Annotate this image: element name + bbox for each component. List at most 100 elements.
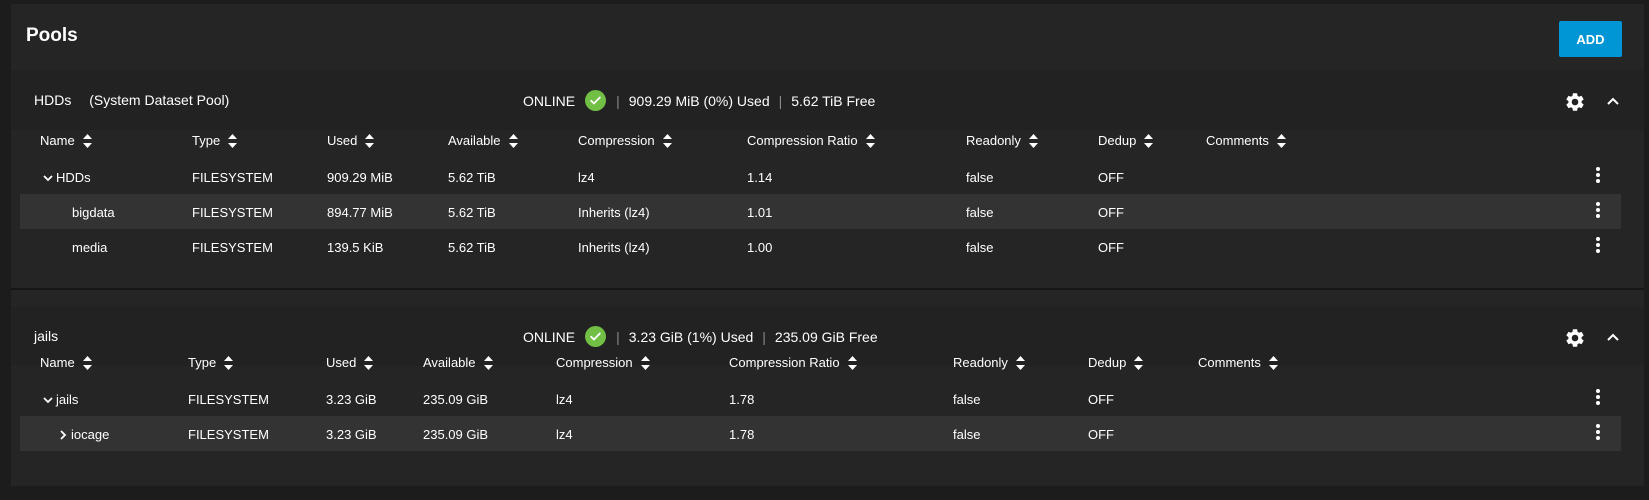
cell-used: 894.77 MiB [327, 205, 393, 220]
pool-used: 3.23 GiB (1%) Used [628, 328, 754, 345]
col-name[interactable]: Name [40, 133, 92, 148]
cell-ratio: 1.01 [747, 205, 773, 220]
more-vertical-icon[interactable] [1594, 165, 1602, 185]
table-header: Name Type Used Available Compression Com… [20, 346, 1621, 381]
col-compression[interactable]: Compression [578, 133, 672, 148]
cell-compression: lz4 [578, 170, 595, 185]
cell-dedup: OFF [1088, 427, 1114, 442]
sort-icon [662, 133, 672, 148]
cell-type: FILESYSTEM [192, 240, 273, 255]
table-row[interactable]: bigdata FILESYSTEM 894.77 MiB 5.62 TiB I… [20, 194, 1621, 229]
cell-compression: lz4 [556, 427, 573, 442]
chevron-down-icon[interactable] [42, 394, 54, 406]
table-row[interactable]: jails FILESYSTEM 3.23 GiB 235.09 GiB lz4… [20, 381, 1621, 416]
chevron-up-icon[interactable] [1605, 94, 1621, 108]
cell-ratio: 1.78 [729, 427, 755, 442]
table-row[interactable]: HDDs FILESYSTEM 909.29 MiB 5.62 TiB lz4 … [20, 159, 1621, 194]
card-header: Pools ADD [11, 4, 1644, 70]
sort-icon [364, 355, 374, 370]
pool-name-label: jails [34, 328, 59, 344]
pool-panel-jails: jails ONLINE | 3.23 GiB (1%) Used | 235.… [11, 306, 1644, 486]
cell-readonly: false [966, 205, 994, 220]
cell-dedup: OFF [1088, 392, 1114, 407]
pool-free: 5.62 TiB Free [791, 92, 876, 109]
cell-name: jails [42, 392, 78, 407]
cell-dedup: OFF [1098, 205, 1124, 220]
col-dedup[interactable]: Dedup [1088, 355, 1144, 370]
sort-icon [82, 355, 92, 370]
col-available[interactable]: Available [448, 133, 518, 148]
sort-icon [1144, 133, 1154, 148]
cell-type: FILESYSTEM [188, 392, 269, 407]
sort-icon [508, 133, 518, 148]
status-text: ONLINE [523, 328, 576, 345]
more-vertical-icon[interactable] [1594, 200, 1602, 220]
pool-panel-hdds: HDDs (System Dataset Pool) ONLINE | 909.… [11, 70, 1644, 290]
cell-readonly: false [966, 240, 994, 255]
pools-card: Pools ADD HDDs (System Dataset Pool) ONL… [11, 4, 1644, 486]
cell-used: 139.5 KiB [327, 240, 384, 255]
sort-icon [483, 355, 493, 370]
pool-status: ONLINE | 909.29 MiB (0%) Used | 5.62 TiB… [523, 90, 875, 111]
cell-name: iocage [57, 427, 109, 442]
cell-available: 5.62 TiB [448, 170, 496, 185]
more-vertical-icon[interactable] [1594, 235, 1602, 255]
cell-ratio: 1.14 [747, 170, 773, 185]
cell-type: FILESYSTEM [192, 205, 273, 220]
cell-type: FILESYSTEM [188, 427, 269, 442]
pool-name: HDDs (System Dataset Pool) [34, 92, 229, 108]
cell-compression: Inherits (lz4) [578, 240, 650, 255]
col-comments[interactable]: Comments [1206, 133, 1286, 148]
table-header: Name Type Used Available Compression Com… [20, 124, 1621, 159]
cell-readonly: false [953, 392, 981, 407]
sort-icon [365, 133, 375, 148]
pool-note: (System Dataset Pool) [89, 92, 230, 108]
col-readonly[interactable]: Readonly [966, 133, 1038, 148]
cell-dedup: OFF [1098, 240, 1124, 255]
sort-icon [1015, 355, 1025, 370]
col-dedup[interactable]: Dedup [1098, 133, 1154, 148]
sort-icon [640, 355, 650, 370]
page-title: Pools [26, 25, 78, 46]
more-vertical-icon[interactable] [1594, 422, 1602, 442]
col-type[interactable]: Type [192, 133, 238, 148]
gear-icon[interactable] [1564, 91, 1586, 113]
pool-status: ONLINE | 3.23 GiB (1%) Used | 235.09 GiB… [523, 326, 878, 347]
sort-icon [1028, 133, 1038, 148]
sort-icon [228, 133, 238, 148]
pool-header: HDDs (System Dataset Pool) ONLINE | 909.… [11, 70, 1644, 130]
col-compression[interactable]: Compression [556, 355, 650, 370]
cell-readonly: false [966, 170, 994, 185]
col-name[interactable]: Name [40, 355, 92, 370]
cell-available: 5.62 TiB [448, 240, 496, 255]
sort-icon [1276, 133, 1286, 148]
col-readonly[interactable]: Readonly [953, 355, 1025, 370]
chevron-right-icon[interactable] [57, 429, 69, 441]
col-used[interactable]: Used [327, 133, 375, 148]
cell-available: 235.09 GiB [423, 392, 489, 407]
add-button[interactable]: ADD [1559, 21, 1622, 57]
col-available[interactable]: Available [423, 355, 493, 370]
cell-used: 3.23 GiB [326, 427, 377, 442]
pool-free: 235.09 GiB Free [774, 328, 878, 345]
col-comments[interactable]: Comments [1198, 355, 1278, 370]
col-compression-ratio[interactable]: Compression Ratio [729, 355, 857, 370]
col-compression-ratio[interactable]: Compression Ratio [747, 133, 875, 148]
chevron-up-icon[interactable] [1605, 330, 1621, 344]
sort-icon [847, 355, 857, 370]
cell-used: 3.23 GiB [326, 392, 377, 407]
col-used[interactable]: Used [326, 355, 374, 370]
cell-dedup: OFF [1098, 170, 1124, 185]
chevron-down-icon[interactable] [42, 172, 54, 184]
pool-name-label: HDDs [34, 92, 72, 108]
table-row[interactable]: media FILESYSTEM 139.5 KiB 5.62 TiB Inhe… [20, 229, 1621, 264]
sort-icon [224, 355, 234, 370]
cell-compression: lz4 [556, 392, 573, 407]
more-vertical-icon[interactable] [1594, 387, 1602, 407]
cell-name: HDDs [42, 170, 91, 185]
table-row[interactable]: iocage FILESYSTEM 3.23 GiB 235.09 GiB lz… [20, 416, 1621, 451]
col-type[interactable]: Type [188, 355, 234, 370]
cell-readonly: false [953, 427, 981, 442]
cell-name: bigdata [72, 205, 115, 220]
cell-available: 235.09 GiB [423, 427, 489, 442]
